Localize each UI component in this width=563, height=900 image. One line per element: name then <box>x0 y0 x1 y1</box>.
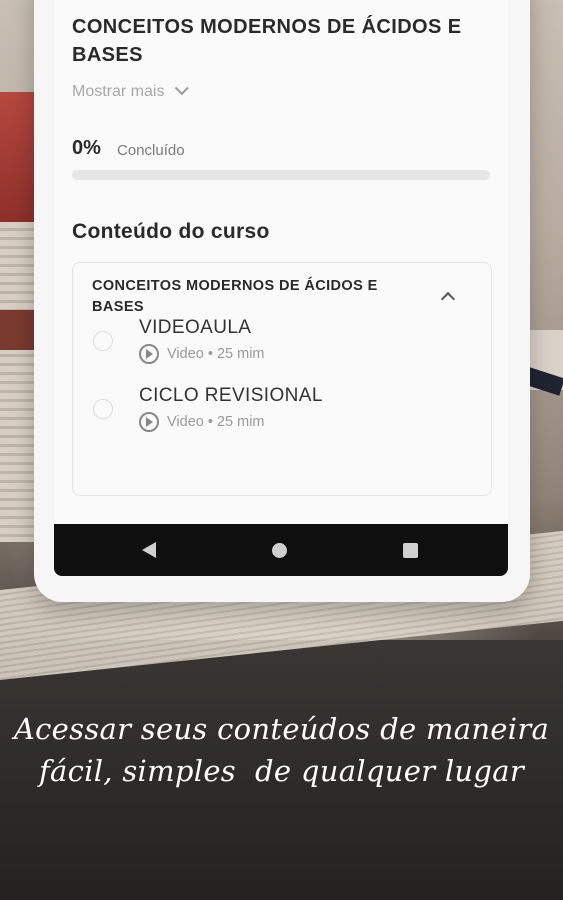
app-screen: CONCEITOS MODERNOS DE ÁCIDOS E BASES Mos… <box>54 0 508 558</box>
caption-line-2: fácil, simples de qualquer lugar <box>38 754 525 788</box>
module-card: CONCEITOS MODERNOS DE ÁCIDOS E BASES VID… <box>72 262 492 496</box>
phone-frame: CONCEITOS MODERNOS DE ÁCIDOS E BASES Mos… <box>34 0 530 602</box>
home-icon[interactable] <box>272 543 287 558</box>
course-title: CONCEITOS MODERNOS DE ÁCIDOS E BASES <box>72 16 462 66</box>
progress-percent: 0% <box>72 137 101 159</box>
lesson-radio[interactable] <box>93 399 113 419</box>
lesson-name: CICLO REVISIONAL <box>139 385 323 406</box>
promo-caption: Acessar seus conteúdos de maneira fácil,… <box>0 708 563 792</box>
play-circle-icon <box>139 412 159 432</box>
lesson-meta-text: Video • 25 mim <box>167 414 265 430</box>
lesson-meta: Video • 25 mim <box>139 344 265 364</box>
chevron-down-icon <box>175 81 190 96</box>
lesson-radio[interactable] <box>93 331 113 351</box>
show-more-label: Mostrar mais <box>72 83 165 100</box>
progress-label: Concluído <box>117 142 185 159</box>
recents-icon[interactable] <box>403 543 418 558</box>
course-content-heading: Conteúdo do curso <box>72 220 270 243</box>
lesson-item[interactable]: CICLO REVISIONAL Video • 25 mim <box>93 379 473 435</box>
lesson-name: VIDEOAULA <box>139 317 252 338</box>
play-circle-icon <box>139 344 159 364</box>
back-icon[interactable] <box>142 542 156 558</box>
chevron-up-icon[interactable] <box>440 291 456 307</box>
android-navigation-bar <box>54 524 508 576</box>
caption-line-1: Acessar seus conteúdos de maneira <box>13 712 550 746</box>
progress-bar <box>72 170 490 180</box>
lesson-item[interactable]: VIDEOAULA Video • 25 mim <box>93 311 473 367</box>
lesson-meta-text: Video • 25 mim <box>167 346 265 362</box>
show-more-button[interactable]: Mostrar mais <box>72 81 190 101</box>
lesson-meta: Video • 25 mim <box>139 412 265 432</box>
